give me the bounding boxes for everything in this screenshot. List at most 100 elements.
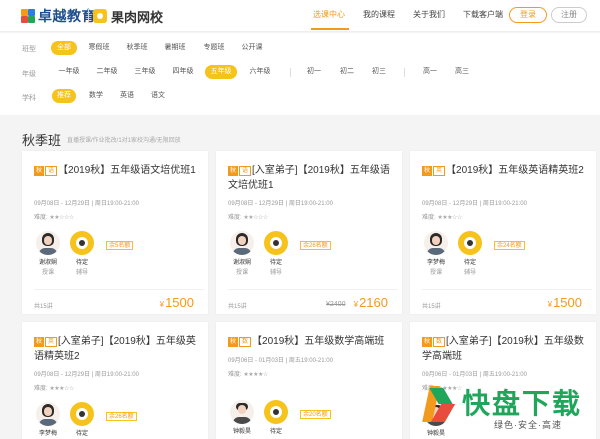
course-card[interactable]: 秋语【2019秋】五年级语文培优班1 09月08日 - 12月29日 | 周日1… (22, 151, 208, 314)
tutor-role: 辅导 (75, 270, 88, 276)
course-title-text: [入室弟子]【2019秋】五年级语文培优班1 (228, 165, 390, 191)
tutor-info: 待定 辅导 (262, 231, 290, 276)
nav-my-courses[interactable]: 我的课程 (363, 9, 395, 20)
course-title-text: [入室弟子]【2019秋】五年级数学高端班 (422, 336, 584, 362)
difficulty-stars: ★★★☆☆ (49, 386, 74, 392)
teacher-avatar (230, 400, 254, 424)
season-tag: 秋 (422, 337, 433, 347)
course-title-text: 【2019秋】五年级数学高端班 (252, 336, 385, 347)
seats-badge: 余24名额 (494, 241, 525, 250)
course-title-text: 【2019秋】五年级语文培优班1 (58, 165, 196, 176)
teacher-row: 钟毅昊 待定 余20名额 (228, 400, 398, 439)
grade-chip-3[interactable]: 三年级 (131, 65, 159, 79)
grade-chip-junior-3[interactable]: 初三 (368, 65, 390, 79)
subject-tag: 英 (433, 166, 446, 176)
seats-badge: 余26名额 (300, 241, 331, 250)
course-date: 09月08日 - 12月29日 | 周日19:00-21:00 (422, 201, 527, 207)
grade-chip-6[interactable]: 六年级 (246, 65, 274, 79)
course-card[interactable]: 秋英【2019秋】五年级英语精英班2 09月08日 - 12月29日 | 周日1… (410, 151, 596, 314)
grade-chip-5[interactable]: 五年级 (205, 65, 237, 79)
zhuoyue-logo[interactable]: 卓越教育 (21, 6, 96, 26)
filter-panel: 班型 全部 寒假班 秋季班 暑期班 专题班 公开课 年级 一年级 二年级 三年级… (0, 33, 600, 115)
nav-course-center[interactable]: 选课中心 (313, 9, 345, 20)
course-title: 秋英 [入室弟子]【2019秋】五年级英语精英班2 (34, 334, 204, 364)
card-divider (422, 289, 592, 290)
type-chip-topic[interactable]: 专题班 (201, 41, 227, 55)
teacher-name: 李梦梅 (38, 431, 57, 437)
teacher-role: 授课 (41, 270, 54, 276)
teacher-name: 李梦梅 (426, 260, 445, 266)
top-header: 卓越教育 果肉网校 选课中心 我的课程 关于我们 下载客户端 登录 注册 (0, 0, 600, 32)
course-title-text: 【2019秋】五年级英语精英班2 (446, 165, 584, 176)
subject-chip-english[interactable]: 英语 (117, 89, 137, 103)
teacher-info[interactable]: 钟毅昊 (228, 400, 256, 435)
teacher-role: 授课 (235, 270, 248, 276)
grade-chip-senior-3[interactable]: 高三 (451, 65, 473, 79)
tutor-avatar (70, 402, 94, 426)
subject-tag: 数 (239, 337, 252, 347)
difficulty-stars: ★★★★☆ (243, 372, 268, 378)
seats-badge: 余5名额 (106, 241, 134, 250)
course-date: 09月06日 - 01月03日 | 周五19:00-21:00 (422, 372, 527, 378)
section-subtitle: 直播授课/作业批改/1对1家校沟通/无限回放 (67, 138, 181, 144)
difficulty-label: 难度: (422, 215, 436, 221)
type-chip-open[interactable]: 公开课 (239, 41, 265, 55)
course-title: 秋语【2019秋】五年级语文培优班1 (34, 163, 204, 178)
course-difficulty: 难度: ★★☆☆☆ (228, 212, 268, 221)
season-tag: 秋 (34, 166, 45, 176)
type-chip-summer[interactable]: 暑期班 (162, 41, 188, 55)
course-card[interactable]: 秋英 [入室弟子]【2019秋】五年级英语精英班2 09月08日 - 12月29日… (22, 322, 208, 439)
grade-chip-2[interactable]: 二年级 (93, 65, 121, 79)
lesson-count: 共15讲 (422, 304, 441, 310)
subject-tag: 语 (45, 166, 58, 176)
grade-chip-senior-1[interactable]: 高一 (419, 65, 441, 79)
course-price: ¥1500 (548, 295, 582, 310)
grade-chip-junior-1[interactable]: 初一 (303, 65, 325, 79)
teacher-info[interactable]: 李梦梅 (34, 402, 62, 437)
tutor-avatar (264, 231, 288, 255)
type-chip-all[interactable]: 全部 (51, 41, 77, 55)
type-chip-winter[interactable]: 寒假班 (86, 41, 112, 55)
tutor-name: 待定 (75, 260, 88, 266)
type-chip-autumn[interactable]: 秋季班 (124, 41, 150, 55)
original-price: ¥2400 (326, 301, 346, 308)
watermark-title: 快盘下载 (462, 388, 583, 419)
course-difficulty: 难度: ★★★☆☆ (422, 212, 462, 221)
subject-chip-math[interactable]: 数学 (86, 89, 106, 103)
grade-separator (290, 68, 291, 77)
season-tag: 秋 (34, 337, 45, 347)
nav-download-client[interactable]: 下载客户端 (463, 9, 503, 20)
lesson-count: 共15讲 (34, 304, 53, 310)
teacher-role: 授课 (429, 270, 442, 276)
grade-chip-junior-2[interactable]: 初二 (336, 65, 358, 79)
watermark-slogan: 绿色·安全·高速 (494, 420, 562, 430)
filter-label-type: 班型 (22, 46, 36, 53)
teacher-info[interactable]: 谢淑娴 授课 (34, 231, 62, 276)
nav-active-underline (311, 28, 349, 30)
course-card[interactable]: 秋数【2019秋】五年级数学高端班 09月06日 - 01月03日 | 周五19… (216, 322, 402, 439)
teacher-info[interactable]: 谢淑娴 授课 (228, 231, 256, 276)
teacher-name: 谢淑娴 (232, 260, 251, 266)
difficulty-stars: ★★☆☆☆ (243, 215, 268, 221)
grade-chip-4[interactable]: 四年级 (169, 65, 197, 79)
tutor-name: 待定 (269, 260, 282, 266)
teacher-info[interactable]: 李梦梅 授课 (422, 231, 450, 276)
course-card[interactable]: 秋语 [入室弟子]【2019秋】五年级语文培优班1 09月08日 - 12月29日… (216, 151, 402, 314)
register-button[interactable]: 注册 (551, 7, 587, 23)
grade-chip-1[interactable]: 一年级 (55, 65, 83, 79)
tutor-avatar (458, 231, 482, 255)
card-divider (228, 289, 398, 290)
season-tag: 秋 (228, 166, 239, 176)
subject-chip-chinese[interactable]: 语文 (148, 89, 168, 103)
guorou-logo[interactable]: 果肉网校 (93, 6, 163, 26)
seats-badge: 余20名额 (300, 410, 331, 419)
subject-chip-recommended[interactable]: 推荐 (52, 89, 76, 103)
login-button[interactable]: 登录 (509, 7, 547, 23)
tutor-avatar (70, 231, 94, 255)
currency-symbol: ¥ (159, 300, 165, 309)
nav-about-us[interactable]: 关于我们 (413, 9, 445, 20)
teacher-row: 李梦梅 待定 余26名额 (34, 402, 204, 439)
tutor-avatar (264, 400, 288, 424)
guorou-logo-icon (93, 9, 107, 23)
teacher-row: 李梦梅 授课 待定 辅导 余24名额 (422, 231, 592, 277)
